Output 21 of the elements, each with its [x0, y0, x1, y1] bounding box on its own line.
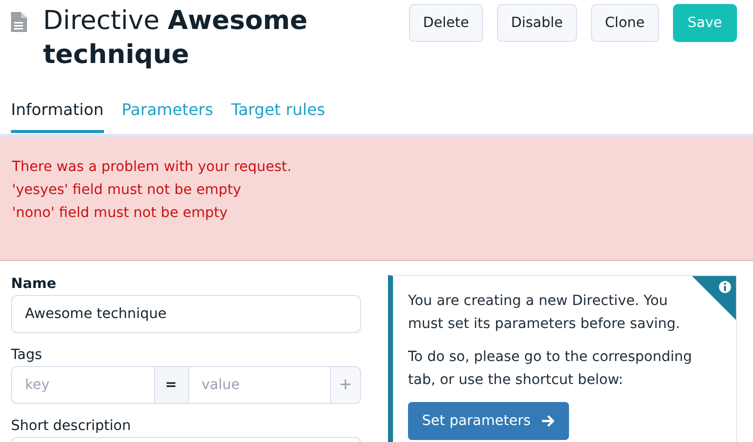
info-icon: [692, 276, 736, 320]
document-icon: [11, 11, 27, 33]
info-text: You are creating a new Directive. You must set its parameters before saving.: [408, 292, 682, 334]
set-parameters-button[interactable]: Set parameters: [408, 402, 569, 440]
error-message: There was a problem with your request.: [12, 158, 292, 177]
field-label: Short description: [11, 418, 132, 434]
field-label: Tags: [11, 347, 43, 363]
tab[interactable]: Information: [11, 96, 104, 133]
error-message: 'yesyes' field must not be empty: [12, 181, 242, 200]
field-label: Name: [11, 276, 58, 292]
page-title: Directive Awesome technique: [43, 5, 309, 72]
tag-value-field[interactable]: value: [188, 366, 331, 404]
name-field[interactable]: Awesome technique: [11, 295, 361, 333]
equals-sign: =: [154, 366, 188, 404]
action-button[interactable]: Delete: [408, 4, 483, 42]
action-button[interactable]: Clone: [590, 4, 659, 42]
info-text: To do so, please go to the corresponding tab, or use the shortcut below:: [408, 348, 693, 390]
action-button[interactable]: Disable: [496, 4, 577, 42]
tag-key-field[interactable]: key: [11, 366, 154, 404]
arrow-right-icon: [540, 415, 555, 427]
error-message: 'nono' field must not be empty: [12, 204, 229, 223]
